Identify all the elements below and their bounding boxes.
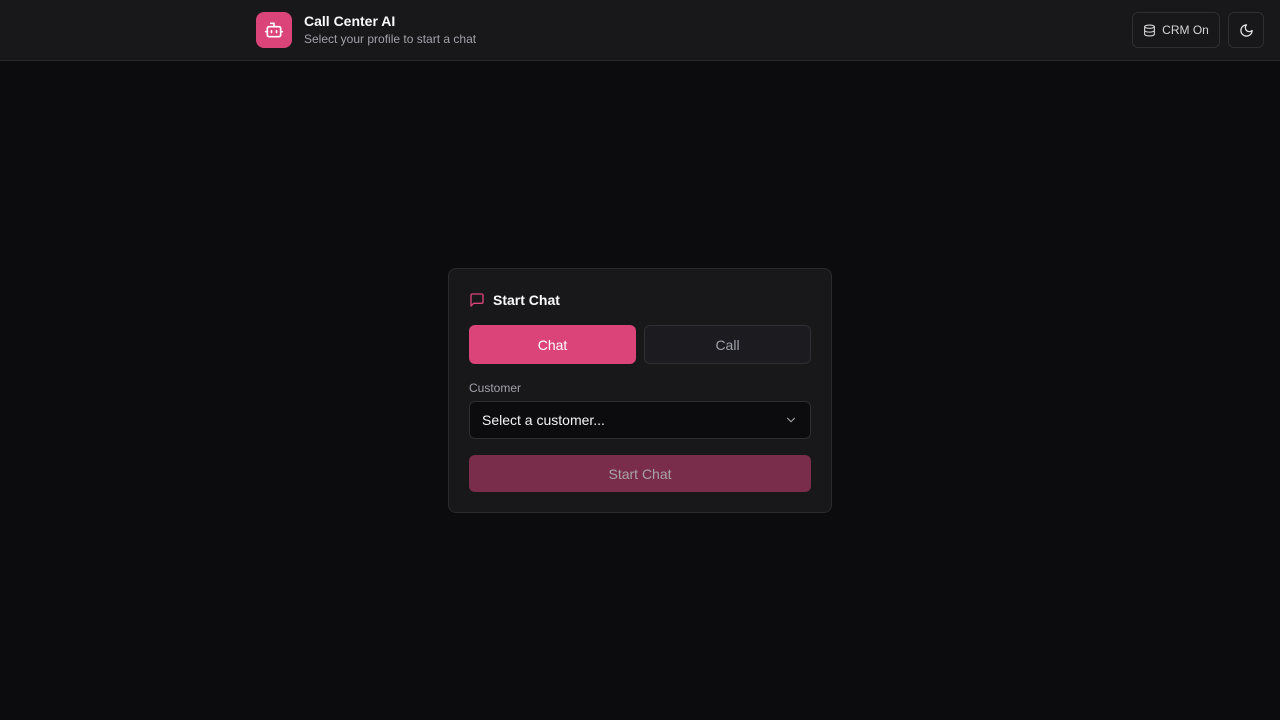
top-header: Call Center AI Select your profile to st… xyxy=(0,0,1280,61)
crm-toggle-button[interactable]: CRM On xyxy=(1132,12,1220,48)
app-subtitle: Select your profile to start a chat xyxy=(304,32,477,46)
customer-label: Customer xyxy=(469,381,522,395)
mode-chat-button[interactable]: Chat xyxy=(469,325,636,364)
brand: Call Center AI Select your profile to st… xyxy=(256,12,476,48)
message-square-icon xyxy=(470,293,484,307)
start-chat-card: Start Chat Chat Call Customer Select a c… xyxy=(448,268,832,513)
database-icon xyxy=(1144,24,1156,36)
customer-select[interactable]: Select a customer... xyxy=(469,401,811,439)
card-title: Start Chat xyxy=(469,292,560,308)
chevron-down-icon xyxy=(786,417,796,423)
bot-icon xyxy=(256,12,292,48)
theme-toggle-button[interactable] xyxy=(1228,12,1264,48)
moon-icon xyxy=(1239,23,1253,37)
customer-select-value: Select a customer... xyxy=(482,412,605,428)
app-title: Call Center AI xyxy=(304,13,396,29)
mode-call-button[interactable]: Call xyxy=(644,325,811,364)
card-title-text: Start Chat xyxy=(493,292,560,308)
start-chat-button[interactable]: Start Chat xyxy=(469,455,811,492)
crm-label: CRM On xyxy=(1162,23,1209,37)
